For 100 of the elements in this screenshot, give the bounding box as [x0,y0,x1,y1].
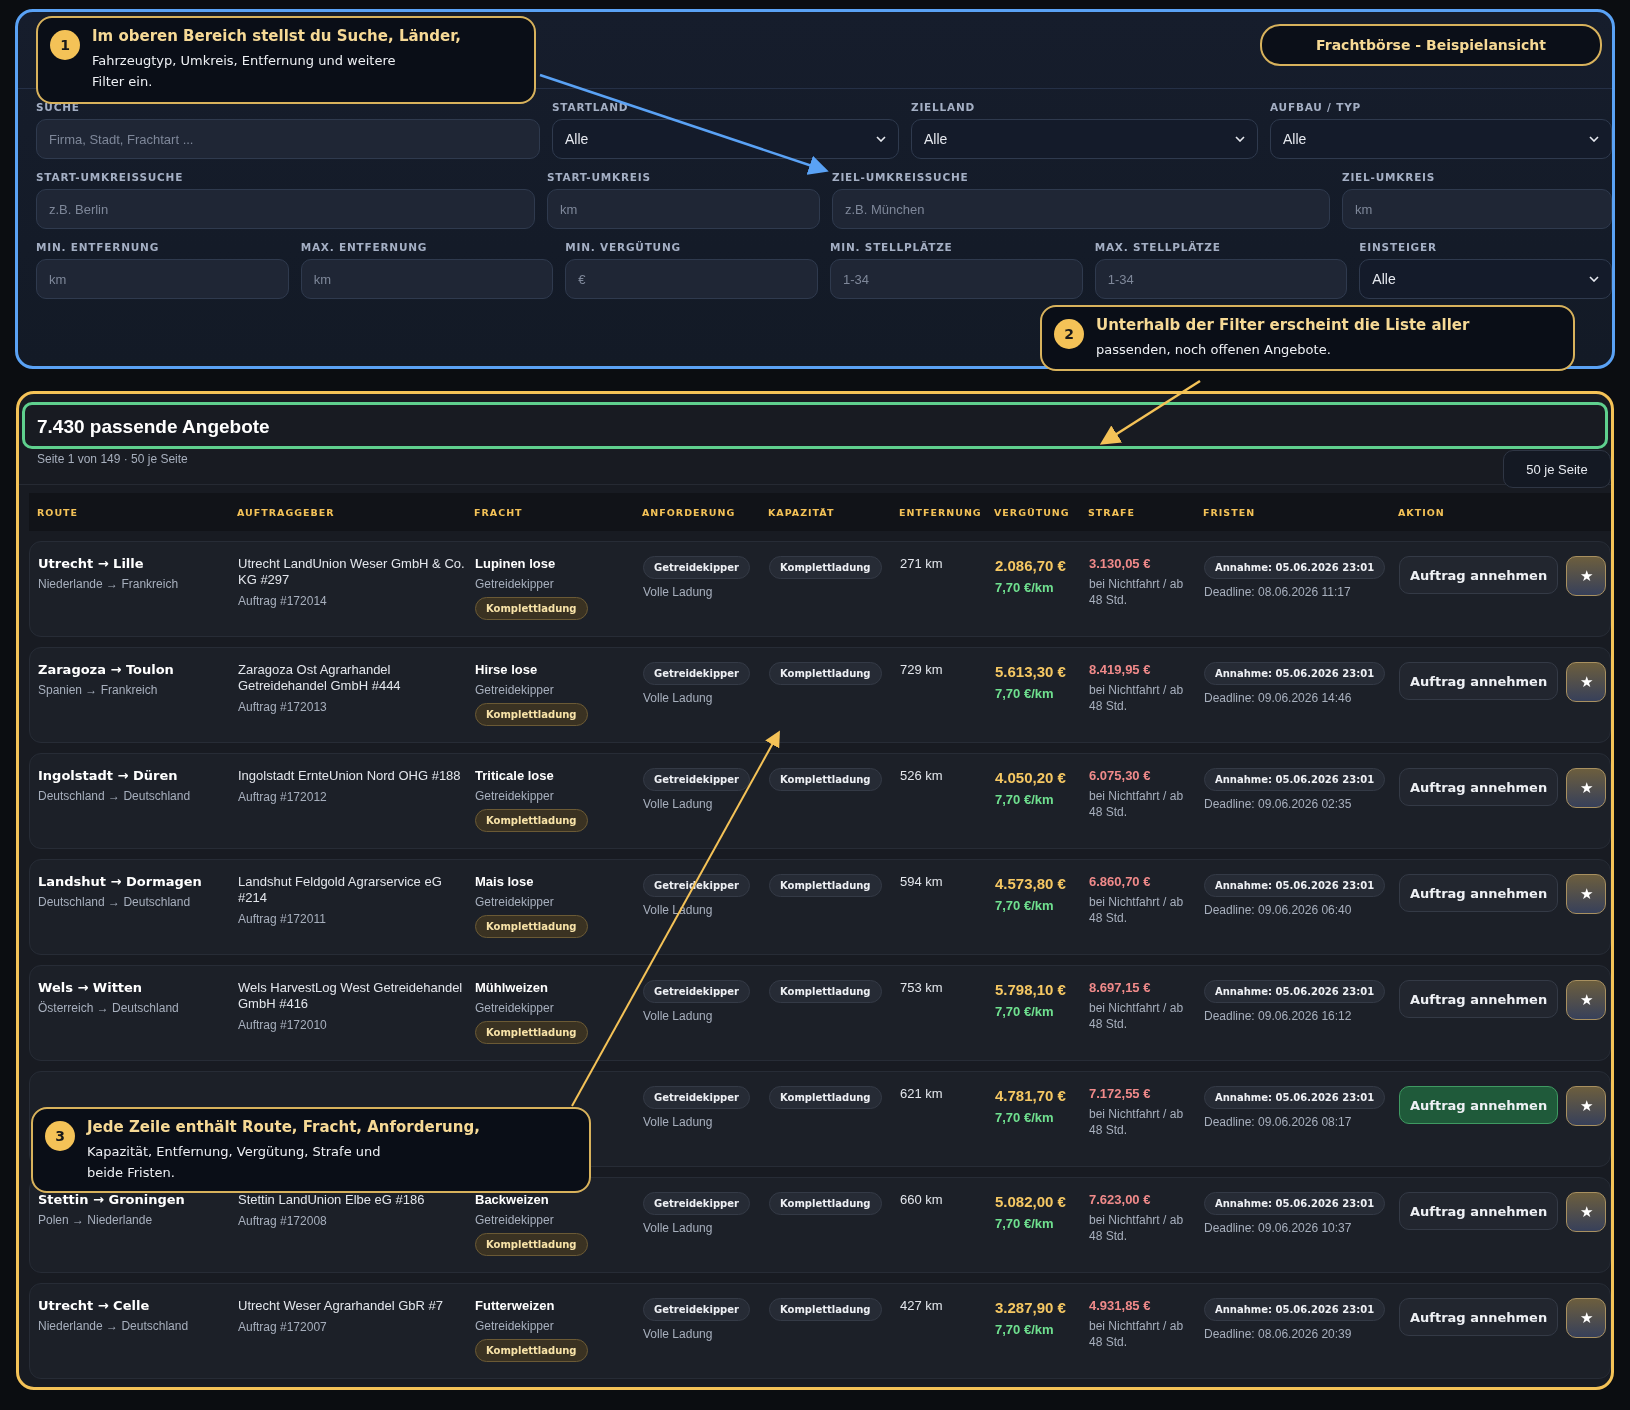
select-field[interactable]: Alle [911,119,1258,159]
countries-text: Spanien → Frankreich [38,682,158,698]
select-field[interactable]: Alle [1270,119,1612,159]
filter-label: ZIEL-UMKREIS [1342,171,1437,183]
countries-text: Deutschland → Deutschland [38,894,191,910]
load-badge: Komplettladung [475,1021,588,1044]
route-text: Wels → Witten [38,980,143,995]
filter-label: MAX. STELLPLÄTZE [1094,241,1222,253]
client-name: Utrecht Weser Agrarhandel GbR #7 [238,1298,443,1314]
acceptance-badge: Annahme: 05.06.2026 23:01 [1204,1086,1386,1109]
accept-button[interactable]: Auftrag annehmen [1399,1086,1559,1124]
deadline-text: Deadline: 09.06.2026 02:35 [1204,796,1352,812]
input-field[interactable]: z.B. München [832,189,1330,229]
favorite-button[interactable]: ★ [1566,1192,1607,1232]
filter-label: EINSTEIGER [1359,241,1438,253]
accept-button[interactable]: Auftrag annehmen [1399,556,1559,594]
favorite-button[interactable]: ★ [1566,980,1607,1020]
column-header: ENTFERNUNG [899,506,983,518]
filter-label: STARTLAND [552,101,630,113]
countries-text: Niederlande → Frankreich [38,576,179,592]
callout-title: Im oberen Bereich stellst du Suche, Länder, [92,26,462,46]
distance-text: 271 km [900,556,943,572]
accept-button[interactable]: Auftrag annehmen [1399,1298,1559,1336]
deadline-text: Deadline: 09.06.2026 06:40 [1204,902,1352,918]
favorite-button[interactable]: ★ [1566,874,1607,914]
chevron-down-icon [1589,136,1599,142]
requirement-badge: Getreidekipper [643,1086,750,1109]
deadline-text: Deadline: 08.06.2026 20:39 [1204,1326,1352,1342]
input-field[interactable]: 1-34 [1094,259,1348,299]
input-field[interactable]: km [547,189,820,229]
input-field[interactable]: z.B. Berlin [36,189,535,229]
freight-name: Backweizen [475,1192,549,1207]
accept-button[interactable]: Auftrag annehmen [1399,1192,1559,1230]
vehicle-type: Getreidekipper [475,1318,554,1334]
input-field[interactable]: km [36,259,289,299]
countries-text: Österreich → Deutschland [38,1000,179,1016]
input-field[interactable]: km [1342,189,1612,229]
favorite-button[interactable]: ★ [1566,1298,1607,1338]
penalty-amount: 7.172,55 € [1089,1086,1151,1101]
column-header: STRAFE [1088,506,1136,518]
input-field[interactable]: 1-34 [830,259,1083,299]
accept-button[interactable]: Auftrag annehmen [1399,874,1559,912]
requirement-note: Volle Ladung [643,796,713,812]
column-header: AUFTRAGGEBER [237,506,336,518]
filter-label: ZIEL-UMKREISSUCHE [832,171,970,183]
accept-button[interactable]: Auftrag annehmen [1399,980,1559,1018]
favorite-button[interactable]: ★ [1566,768,1607,808]
capacity-badge: Komplettladung [769,874,882,897]
favorite-button[interactable]: ★ [1566,1086,1607,1126]
requirement-note: Volle Ladung [643,1114,713,1130]
route-text: Zaragoza → Toulon [38,662,174,677]
page-size-select[interactable]: 50 je Seite [1503,450,1611,488]
freight-name: Mühlweizen [475,980,548,995]
input-field[interactable]: km [300,259,554,299]
capacity-badge: Komplettladung [769,1298,882,1321]
filter-label: START-UMKREISSUCHE [36,171,185,183]
column-header: AKTION [1398,506,1446,518]
acceptance-badge: Annahme: 05.06.2026 23:01 [1204,1298,1386,1321]
select-field[interactable]: Alle [1359,259,1612,299]
favorite-button[interactable]: ★ [1566,556,1607,596]
countries-text: Polen → Niederlande [38,1212,153,1228]
acceptance-badge: Annahme: 05.06.2026 23:01 [1204,556,1386,579]
input-field[interactable]: € [565,259,818,299]
order-number: Auftrag #172008 [238,1213,327,1229]
favorite-button[interactable]: ★ [1566,662,1607,702]
freight-name: Hirse lose [475,662,538,677]
chevron-down-icon [876,136,886,142]
penalty-note: bei Nichtfahrt / ab 48 Std. [1089,682,1185,714]
accept-button[interactable]: Auftrag annehmen [1399,768,1559,806]
filter-label: START-UMKREIS [547,171,652,183]
acceptance-badge: Annahme: 05.06.2026 23:01 [1204,662,1386,685]
select-field[interactable]: Alle [552,119,899,159]
price-per-km: 7,70 €/km [995,792,1054,807]
requirement-badge: Getreidekipper [643,662,750,685]
column-header: KAPAZITÄT [768,506,836,518]
accept-button[interactable]: Auftrag annehmen [1399,662,1559,700]
load-badge: Komplettladung [475,703,588,726]
column-header: FRISTEN [1203,506,1257,518]
price-per-km: 7,70 €/km [995,1004,1054,1019]
input-field[interactable]: Firma, Stadt, Frachtart ... [36,119,540,159]
requirement-note: Volle Ladung [643,1220,713,1236]
freight-name: Lupinen lose [475,556,556,571]
penalty-amount: 7.623,00 € [1089,1192,1151,1207]
deadline-text: Deadline: 09.06.2026 10:37 [1204,1220,1352,1236]
column-header: FRACHT [474,506,524,518]
vehicle-type: Getreidekipper [475,682,554,698]
order-number: Auftrag #172010 [238,1017,327,1033]
requirement-note: Volle Ladung [643,1008,713,1024]
route-text: Ingolstadt → Düren [38,768,178,783]
price-text: 4.781,70 € [995,1086,1066,1105]
freight-name: Futterweizen [475,1298,555,1313]
route-text: Utrecht → Celle [38,1298,150,1313]
callout-text: passenden, noch offenen Angebote. [1096,341,1332,359]
client-name: Wels HarvestLog West Getreidehandel GmbH #416 [238,980,464,1012]
distance-text: 729 km [900,662,943,678]
client-name: Landshut Feldgold Agrarservice eG #214 [238,874,443,906]
capacity-badge: Komplettladung [769,768,882,791]
price-text: 4.573,80 € [995,874,1066,893]
price-text: 5.613,30 € [995,662,1066,681]
filter-label: MIN. STELLPLÄTZE [830,241,954,253]
